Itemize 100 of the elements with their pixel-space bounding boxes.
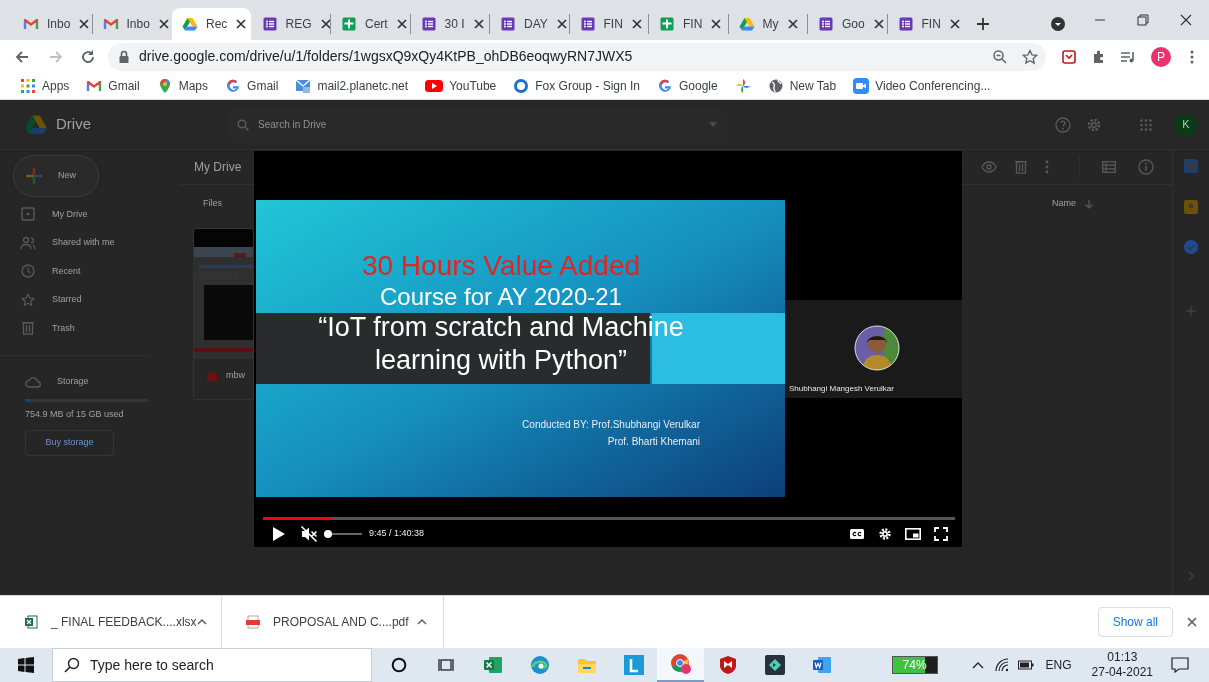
video-camera-icon xyxy=(853,78,870,94)
volume-thumb[interactable] xyxy=(324,530,332,538)
nav-item[interactable]: Starred xyxy=(0,285,180,314)
browser-tab[interactable]: DAY xyxy=(490,8,569,40)
spreadsheet-app-icon[interactable] xyxy=(482,655,503,675)
more-menu-icon[interactable] xyxy=(1189,48,1195,65)
ring-icon xyxy=(513,78,530,94)
nav-item[interactable]: Recent xyxy=(0,257,180,286)
browser-profile-icon[interactable] xyxy=(669,653,692,675)
folder-icon[interactable] xyxy=(576,656,597,674)
new-button[interactable]: New xyxy=(13,155,99,197)
address-bar[interactable]: drive.google.com/drive/u/1/folders/1wgsxQ9xQy4KtPB_ohDB6eoqwyRN7JWX5 xyxy=(108,42,1046,71)
shield-icon[interactable] xyxy=(717,655,738,675)
letter-tile-icon[interactable] xyxy=(623,655,644,675)
bookmark[interactable]: Gmail xyxy=(84,74,142,98)
close-window-icon[interactable] xyxy=(1178,12,1194,28)
browser-tab[interactable]: Inbo xyxy=(92,8,171,40)
taskbar-search-field[interactable]: Type here to search xyxy=(52,648,372,682)
muted-speaker-icon[interactable] xyxy=(300,525,318,543)
bookmark[interactable]: Apps xyxy=(18,74,72,98)
wifi-icon[interactable] xyxy=(994,658,1011,672)
browser-tab[interactable]: My xyxy=(728,8,807,40)
profile-avatar[interactable]: P xyxy=(1151,46,1171,67)
drive-icon xyxy=(21,207,35,222)
bookmark[interactable]: Maps xyxy=(154,74,211,98)
apps-grid-icon xyxy=(20,78,36,94)
new-tab-icon[interactable] xyxy=(976,17,990,31)
browser-tab[interactable]: REG xyxy=(251,8,330,40)
close-icon[interactable] xyxy=(630,18,643,30)
circle-icon[interactable] xyxy=(390,657,407,673)
fullscreen-icon[interactable] xyxy=(934,527,948,541)
sort-button[interactable]: Name xyxy=(1052,197,1094,211)
back-icon[interactable] xyxy=(14,48,30,65)
close-icon[interactable] xyxy=(948,18,961,30)
check-circle-icon[interactable] xyxy=(1184,240,1198,254)
close-icon[interactable] xyxy=(472,18,485,30)
arrow-down-icon xyxy=(1084,199,1094,209)
browser-tab[interactable]: FIN xyxy=(569,8,648,40)
show-all-button[interactable]: Show all xyxy=(1097,607,1173,637)
settings-icon[interactable] xyxy=(878,527,892,541)
account-avatar[interactable]: K xyxy=(1175,113,1197,136)
close-icon[interactable] xyxy=(710,18,723,30)
close-icon[interactable] xyxy=(1186,616,1198,628)
wave-browser-icon[interactable] xyxy=(529,655,550,675)
close-icon[interactable] xyxy=(78,18,91,30)
close-icon[interactable] xyxy=(235,18,248,30)
reload-icon[interactable] xyxy=(80,48,96,65)
task-view-icon[interactable] xyxy=(437,658,454,672)
nav-item[interactable]: Shared with me xyxy=(0,228,180,257)
language-indicator[interactable]: ENG xyxy=(1045,656,1072,674)
bookmark[interactable]: YouTube xyxy=(423,74,499,98)
battery-icon[interactable] xyxy=(1017,660,1034,670)
clock[interactable]: 01:13 27-04-2021 xyxy=(1091,650,1153,680)
browser-tab[interactable]: Rec xyxy=(172,8,251,40)
browser-tab[interactable]: Cert xyxy=(331,8,410,40)
pinwheel-icon xyxy=(734,78,751,94)
tab-search-icon[interactable] xyxy=(1050,16,1066,32)
document-app-icon[interactable] xyxy=(811,655,832,675)
star-icon[interactable] xyxy=(1022,48,1038,65)
trash-icon xyxy=(22,321,34,336)
buy-storage-button[interactable]: Buy storage xyxy=(25,430,114,456)
breadcrumb[interactable]: My Drive xyxy=(194,158,242,176)
browser-tab[interactable]: FIN xyxy=(887,8,966,40)
volume-slider[interactable] xyxy=(324,529,362,539)
chevron-up-icon[interactable] xyxy=(971,661,984,669)
start-icon[interactable] xyxy=(18,657,34,673)
caret-up-icon[interactable] xyxy=(417,619,427,625)
browser-tab[interactable]: Inbo xyxy=(13,8,92,40)
close-icon[interactable] xyxy=(786,18,799,30)
diamond-app-icon[interactable] xyxy=(764,655,785,675)
play-icon[interactable] xyxy=(272,526,286,542)
close-icon[interactable] xyxy=(555,18,568,30)
browser-tab[interactable]: 30 I xyxy=(410,8,489,40)
bookmark[interactable]: Gmail xyxy=(223,74,281,98)
zoom-icon[interactable] xyxy=(992,48,1008,65)
close-icon[interactable] xyxy=(319,18,332,30)
shield-extension-icon[interactable] xyxy=(1061,48,1077,65)
caret-up-icon[interactable] xyxy=(196,619,207,625)
captions-icon[interactable] xyxy=(850,529,864,539)
slide-credit: Conducted BY: Prof.Shubhangi Verulkar xyxy=(522,418,700,431)
browser-tab[interactable]: FIN xyxy=(649,8,728,40)
miniplayer-icon[interactable] xyxy=(905,528,921,540)
spreadsheet-icon xyxy=(341,16,357,32)
restore-icon[interactable] xyxy=(1135,12,1151,28)
bookmark[interactable]: Google xyxy=(655,74,720,98)
close-icon[interactable] xyxy=(872,18,885,30)
bookmark[interactable]: Video Conferencing... xyxy=(851,74,993,98)
bookmark[interactable]: Fox Group - Sign In xyxy=(511,74,642,98)
drive-logo-text: Drive xyxy=(56,114,91,135)
browser-tab[interactable]: Goo xyxy=(808,8,887,40)
triangle-logo-icon xyxy=(24,113,48,136)
bookmark[interactable]: mail2.planetc.net xyxy=(293,74,411,98)
close-icon[interactable] xyxy=(157,18,170,30)
google-g-icon xyxy=(225,78,242,94)
file-card[interactable]: mbw xyxy=(193,228,254,400)
notification-icon[interactable] xyxy=(1171,657,1189,673)
bookmark[interactable]: New Tab xyxy=(765,74,839,98)
nav-item[interactable]: My Drive xyxy=(0,200,180,229)
nav-item[interactable]: Trash xyxy=(0,314,180,343)
close-icon[interactable] xyxy=(395,18,408,30)
